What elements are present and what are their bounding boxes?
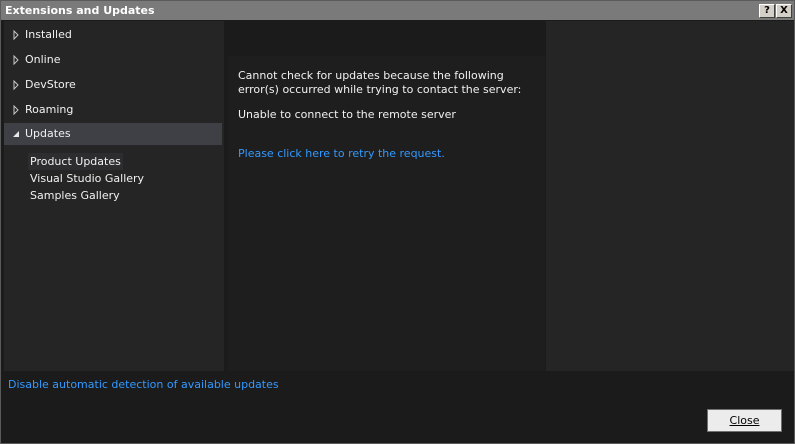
close-button-label: Close	[729, 414, 760, 427]
sidebar-item-label: Online	[25, 53, 61, 66]
subitem-product-updates[interactable]: Product Updates	[28, 153, 123, 170]
sidebar-item-online[interactable]: Online	[4, 49, 222, 71]
subitem-visual-studio-gallery[interactable]: Visual Studio Gallery	[28, 170, 146, 187]
sidebar-item-label: Roaming	[25, 103, 74, 116]
footer: Disable automatic detection of available…	[1, 371, 794, 443]
close-button[interactable]: Close	[707, 409, 782, 432]
content-panel: Cannot check for updates because the fol…	[228, 56, 545, 371]
window-title: Extensions and Updates	[5, 4, 155, 17]
sidebar-item-updates[interactable]: Updates	[4, 123, 222, 145]
collapse-arrow-icon	[13, 131, 19, 137]
sidebar-item-label: DevStore	[25, 78, 76, 91]
help-button[interactable]: ?	[759, 4, 775, 18]
window-close-button[interactable]: X	[776, 4, 792, 18]
sidebar-item-installed[interactable]: Installed	[4, 24, 222, 46]
disable-detection-link[interactable]: Disable automatic detection of available…	[8, 378, 279, 391]
expand-arrow-icon	[13, 104, 19, 116]
expand-arrow-icon	[13, 29, 19, 41]
sidebar-item-label: Updates	[25, 127, 71, 140]
title-bar[interactable]: Extensions and Updates ? X	[1, 1, 794, 20]
details-panel	[546, 21, 794, 371]
retry-link[interactable]: Please click here to retry the request.	[238, 147, 445, 160]
sidebar-item-roaming[interactable]: Roaming	[4, 99, 222, 121]
sidebar-item-devstore[interactable]: DevStore	[4, 74, 222, 96]
subitem-samples-gallery[interactable]: Samples Gallery	[28, 187, 122, 204]
error-message: Cannot check for updates because the fol…	[238, 69, 522, 96]
extensions-and-updates-dialog: Extensions and Updates ? X Installed Onl…	[0, 0, 795, 444]
sidebar: Installed Online DevStore Roaming Update…	[4, 21, 224, 371]
sidebar-item-label: Installed	[25, 28, 72, 41]
expand-arrow-icon	[13, 54, 19, 66]
error-detail: Unable to connect to the remote server	[238, 108, 456, 121]
expand-arrow-icon	[13, 79, 19, 91]
